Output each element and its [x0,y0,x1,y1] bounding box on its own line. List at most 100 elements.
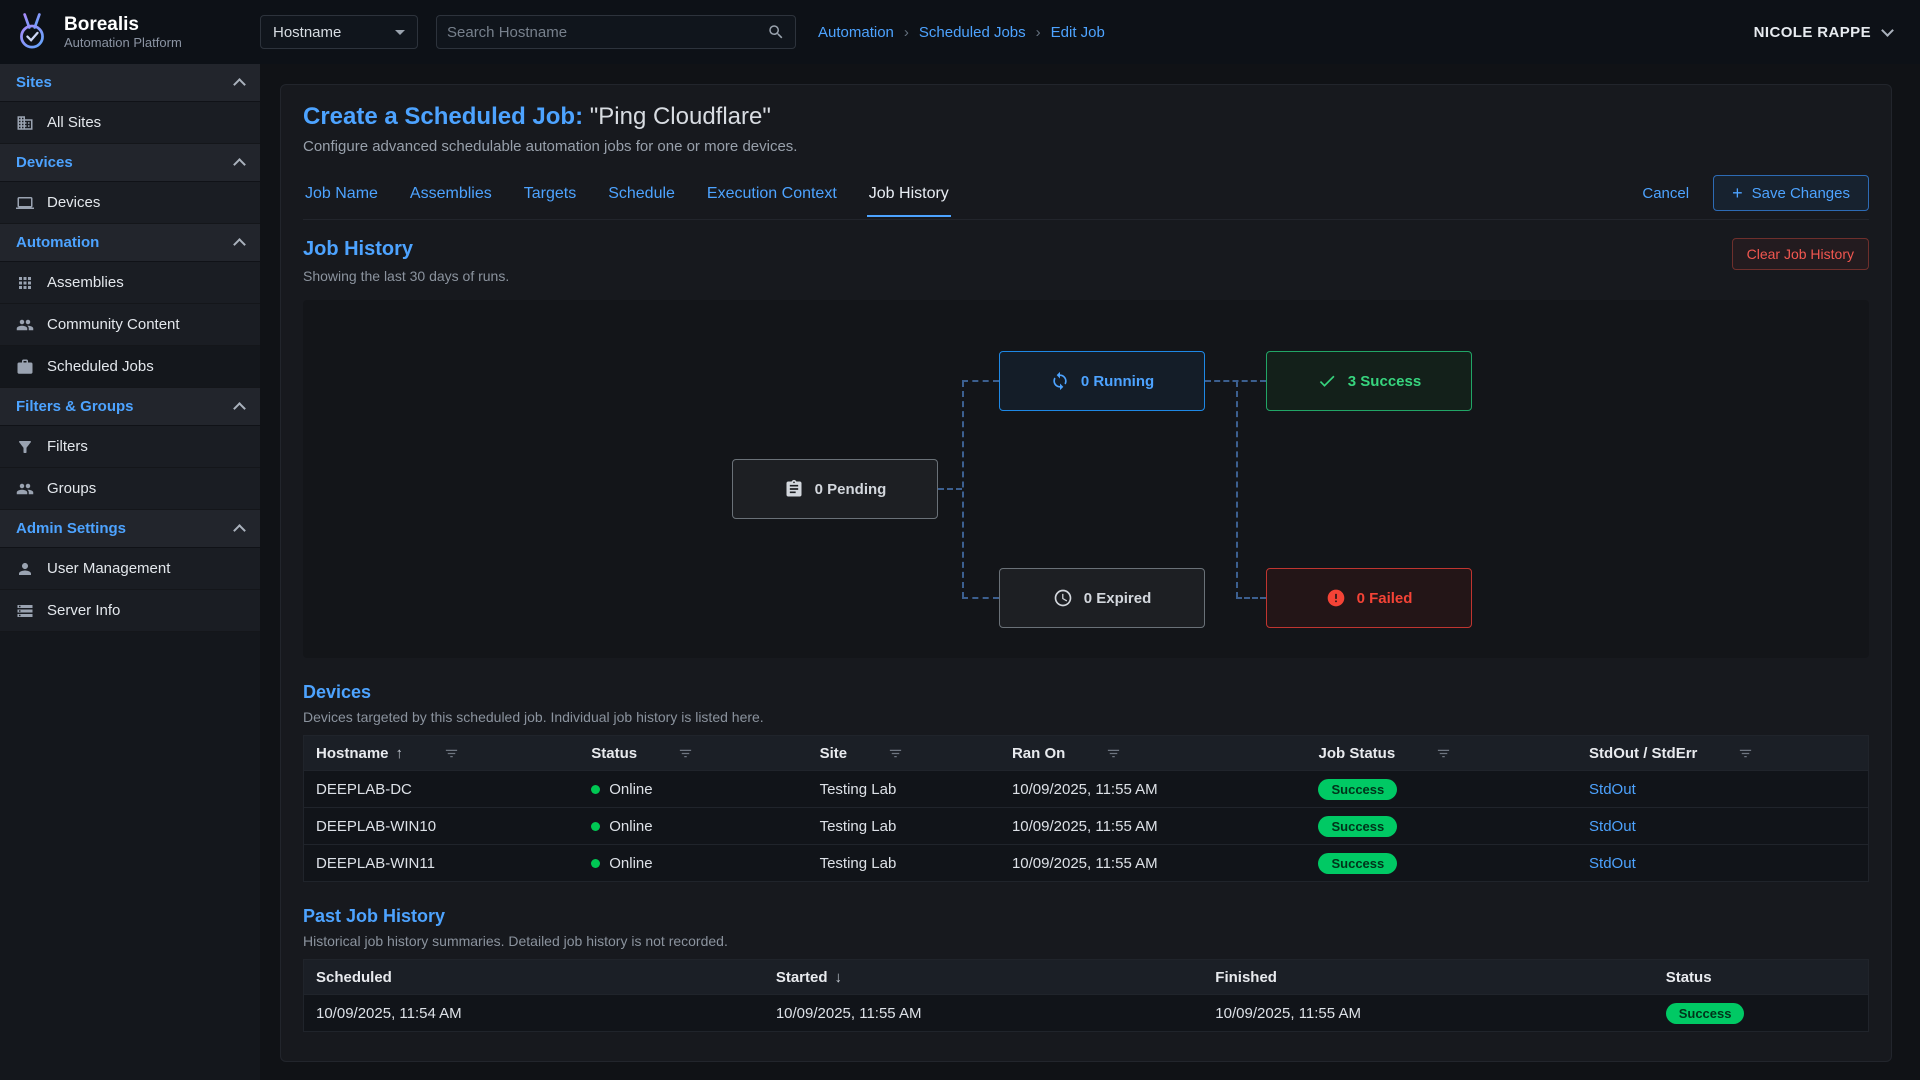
breadcrumb-edit-job[interactable]: Edit Job [1051,24,1105,41]
past-job-history-heading: Past Job History [303,906,1869,927]
breadcrumb-separator-icon: › [904,24,909,41]
breadcrumb-automation[interactable]: Automation [818,24,894,41]
column-header-started[interactable]: Started ↓ [764,960,1203,994]
flow-node-running: 0 Running [999,351,1205,411]
devices-heading: Devices [303,682,1869,703]
cell-ran-on: 10/09/2025, 11:55 AM [1000,845,1307,881]
filter-icon[interactable] [1436,746,1451,761]
clear-job-history-button[interactable]: Clear Job History [1732,238,1869,270]
sort-ascending-icon[interactable]: ↑ [396,745,404,762]
monitor-icon [16,194,34,212]
hostname-select[interactable]: Hostname [260,15,418,49]
success-badge: Success [1666,1003,1745,1024]
cell-hostname: DEEPLAB-DC [304,771,579,807]
column-header-hostname[interactable]: Hostname ↑ [304,736,579,770]
cell-job-status: Success [1306,845,1577,881]
flow-node-label: 0 Pending [815,481,887,498]
tab-assemblies[interactable]: Assemblies [408,177,494,217]
online-status-dot [591,822,600,831]
chevron-up-icon [233,158,246,171]
search-hostname-input[interactable] [447,24,767,41]
cell-site: Testing Lab [808,771,1000,807]
sidebar-item-scheduled-jobs[interactable]: Scheduled Jobs [0,346,260,388]
column-header-site[interactable]: Site [808,736,1000,770]
sidebar-section-label: Filters & Groups [16,398,134,415]
tab-job-name[interactable]: Job Name [303,177,380,217]
cancel-button[interactable]: Cancel [1642,185,1689,202]
chevron-up-icon [233,78,246,91]
save-changes-button[interactable]: + Save Changes [1713,175,1869,211]
connector-line [962,381,964,598]
cell-finished: 10/09/2025, 11:55 AM [1203,995,1653,1031]
user-menu[interactable]: NICOLE RAPPE [1754,24,1892,41]
sidebar-item-user-management[interactable]: User Management [0,548,260,590]
tab-targets[interactable]: Targets [522,177,578,217]
past-job-history-description: Historical job history summaries. Detail… [303,933,1869,949]
cell-started: 10/09/2025, 11:55 AM [764,995,1203,1031]
search-box [436,15,796,49]
tab-execution-context[interactable]: Execution Context [705,177,839,217]
sidebar-item-label: Assemblies [47,274,124,291]
column-header-finished[interactable]: Finished [1203,960,1653,994]
sidebar-item-server-info[interactable]: Server Info [0,590,260,632]
column-header-status[interactable]: Status [1654,960,1868,994]
cell-status: Online [579,808,807,844]
sidebar-item-label: Community Content [47,316,180,333]
stdout-link[interactable]: StdOut [1589,818,1636,835]
search-icon[interactable] [767,23,785,41]
filter-icon[interactable] [444,746,459,761]
sidebar-section-admin-settings[interactable]: Admin Settings [0,510,260,548]
chevron-up-icon [233,524,246,537]
cell-hostname: DEEPLAB-WIN11 [304,845,579,881]
sidebar-section-devices[interactable]: Devices [0,144,260,182]
breadcrumb-separator-icon: › [1036,24,1041,41]
column-header-status[interactable]: Status [579,736,807,770]
flow-node-label: 3 Success [1348,373,1421,390]
sidebar-item-label: Groups [47,480,96,497]
sidebar-item-filters[interactable]: Filters [0,426,260,468]
filter-icon[interactable] [1106,746,1121,761]
tab-schedule[interactable]: Schedule [606,177,677,217]
column-header-stdout[interactable]: StdOut / StdErr [1577,736,1868,770]
sidebar-item-assemblies[interactable]: Assemblies [0,262,260,304]
tabs-row: Job Name Assemblies Targets Schedule Exe… [303,175,1869,220]
online-status-dot [591,859,600,868]
sidebar-section-automation[interactable]: Automation [0,224,260,262]
job-history-description: Showing the last 30 days of runs. [303,268,509,284]
breadcrumb-scheduled-jobs[interactable]: Scheduled Jobs [919,24,1026,41]
sidebar: Sites All Sites Devices Devices Automati… [0,64,260,1080]
sidebar-item-label: Server Info [47,602,120,619]
sidebar-item-devices[interactable]: Devices [0,182,260,224]
cell-status: Online [579,845,807,881]
main-content: Create a Scheduled Job: "Ping Cloudflare… [260,64,1920,1080]
sidebar-item-label: Filters [47,438,88,455]
success-badge: Success [1318,816,1397,837]
flow-node-success: 3 Success [1266,351,1472,411]
cell-stdout: StdOut [1577,845,1868,881]
column-header-ran-on[interactable]: Ran On [1000,736,1307,770]
table-row: DEEPLAB-DC Online Testing Lab 10/09/2025… [304,770,1868,807]
filter-icon[interactable] [1738,746,1753,761]
stdout-link[interactable]: StdOut [1589,855,1636,872]
hostname-select-value: Hostname [273,24,341,41]
cell-ran-on: 10/09/2025, 11:55 AM [1000,771,1307,807]
tab-job-history[interactable]: Job History [867,177,951,217]
sidebar-item-all-sites[interactable]: All Sites [0,102,260,144]
sidebar-item-groups[interactable]: Groups [0,468,260,510]
plus-icon: + [1732,184,1743,202]
column-header-scheduled[interactable]: Scheduled [304,960,764,994]
success-badge: Success [1318,853,1397,874]
stdout-link[interactable]: StdOut [1589,781,1636,798]
brand: Borealis Automation Platform [10,10,260,54]
filter-icon[interactable] [888,746,903,761]
sidebar-item-community-content[interactable]: Community Content [0,304,260,346]
column-header-job-status[interactable]: Job Status [1306,736,1577,770]
sort-descending-icon[interactable]: ↓ [835,969,843,986]
sidebar-section-filters-groups[interactable]: Filters & Groups [0,388,260,426]
flow-node-label: 0 Expired [1084,590,1152,607]
sidebar-section-sites[interactable]: Sites [0,64,260,102]
filter-icon[interactable] [678,746,693,761]
page-title-job-name: "Ping Cloudflare" [590,103,771,130]
devices-table-header: Hostname ↑ Status Site [304,736,1868,770]
app-root: Borealis Automation Platform Hostname Au… [0,0,1920,1080]
